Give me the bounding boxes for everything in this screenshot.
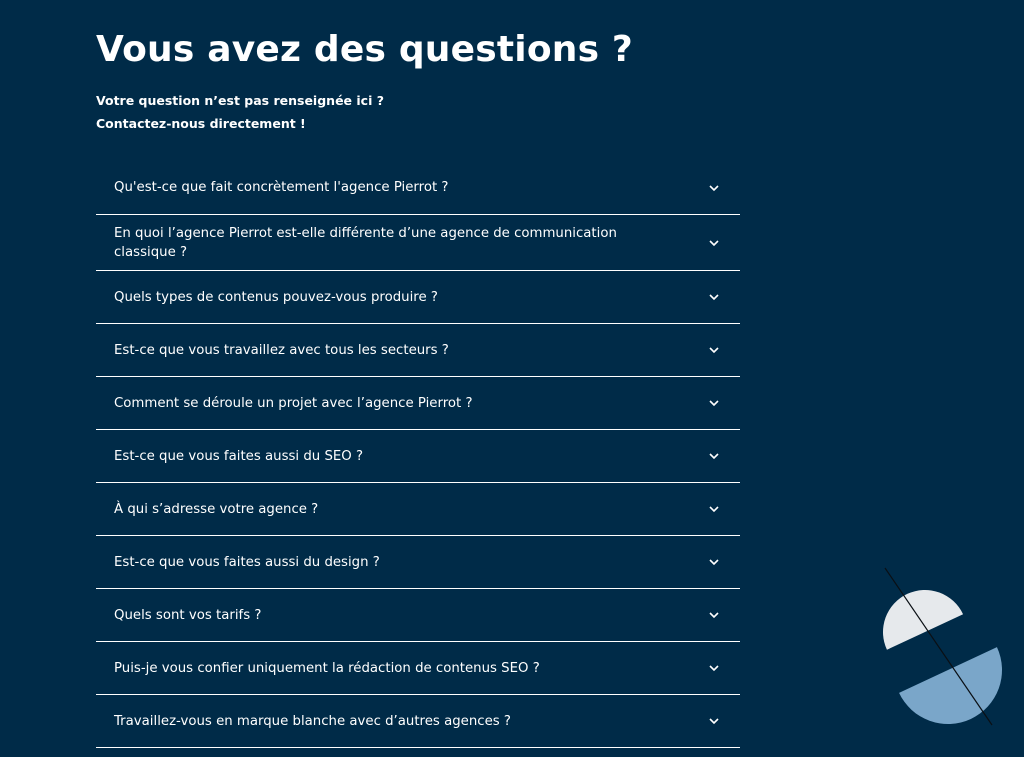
faq-question: Est-ce que vous faites aussi du SEO ?	[114, 448, 364, 464]
faq-question: Puis-je vous confier uniquement la rédac…	[114, 660, 540, 676]
chevron-down-icon[interactable]	[708, 293, 720, 301]
faq-item-6[interactable]: Est-ce que vous faites aussi du SEO ?	[96, 430, 740, 483]
faq-question: Comment se déroule un projet avec l’agen…	[114, 395, 473, 411]
faq-question: Est-ce que vous travaillez avec tous les…	[114, 342, 449, 358]
chevron-down-icon[interactable]	[708, 558, 720, 566]
faq-item-9[interactable]: Quels sont vos tarifs ?	[96, 589, 740, 642]
faq-question: Quels types de contenus pouvez-vous prod…	[114, 289, 438, 305]
chevron-down-icon[interactable]	[708, 664, 720, 672]
intro-text: Votre question n’est pas renseignée ici …	[96, 89, 384, 135]
chevron-down-icon[interactable]	[708, 346, 720, 354]
faq-item-2[interactable]: En quoi l’agence Pierrot est-elle différ…	[96, 215, 740, 271]
faq-question: Quels sont vos tarifs ?	[114, 607, 262, 623]
faq-item-11[interactable]: Travaillez-vous en marque blanche avec d…	[96, 695, 740, 748]
faq-item-7[interactable]: À qui s’adresse votre agence ?	[96, 483, 740, 536]
faq-question: À qui s’adresse votre agence ?	[114, 501, 319, 517]
faq-question: En quoi l’agence Pierrot est-elle différ…	[114, 225, 617, 260]
faq-item-1[interactable]: Qu'est-ce que fait concrètement l'agence…	[96, 161, 740, 215]
faq-question: Qu'est-ce que fait concrètement l'agence…	[114, 180, 449, 195]
faq-item-5[interactable]: Comment se déroule un projet avec l’agen…	[96, 377, 740, 430]
chevron-down-icon[interactable]	[708, 239, 720, 247]
intro-line-1: Votre question n’est pas renseignée ici …	[96, 93, 384, 108]
chevron-down-icon[interactable]	[708, 717, 720, 725]
chevron-down-icon[interactable]	[708, 399, 720, 407]
faq-item-8[interactable]: Est-ce que vous faites aussi du design ?	[96, 536, 740, 589]
chevron-down-icon[interactable]	[708, 184, 720, 192]
chevron-down-icon[interactable]	[708, 452, 720, 460]
intro-line-2: Contactez-nous directement !	[96, 116, 306, 131]
page-title: Vous avez des questions ?	[96, 29, 634, 70]
faq-item-10[interactable]: Puis-je vous confier uniquement la rédac…	[96, 642, 740, 695]
chevron-down-icon[interactable]	[708, 611, 720, 619]
faq-question: Travaillez-vous en marque blanche avec d…	[114, 713, 511, 729]
chevron-down-icon[interactable]	[708, 505, 720, 513]
faq-item-4[interactable]: Est-ce que vous travaillez avec tous les…	[96, 324, 740, 377]
faq-accordion: Qu'est-ce que fait concrètement l'agence…	[96, 161, 740, 748]
decorative-shapes	[870, 560, 1010, 730]
faq-item-3[interactable]: Quels types de contenus pouvez-vous prod…	[96, 271, 740, 324]
faq-question: Est-ce que vous faites aussi du design ?	[114, 554, 380, 570]
